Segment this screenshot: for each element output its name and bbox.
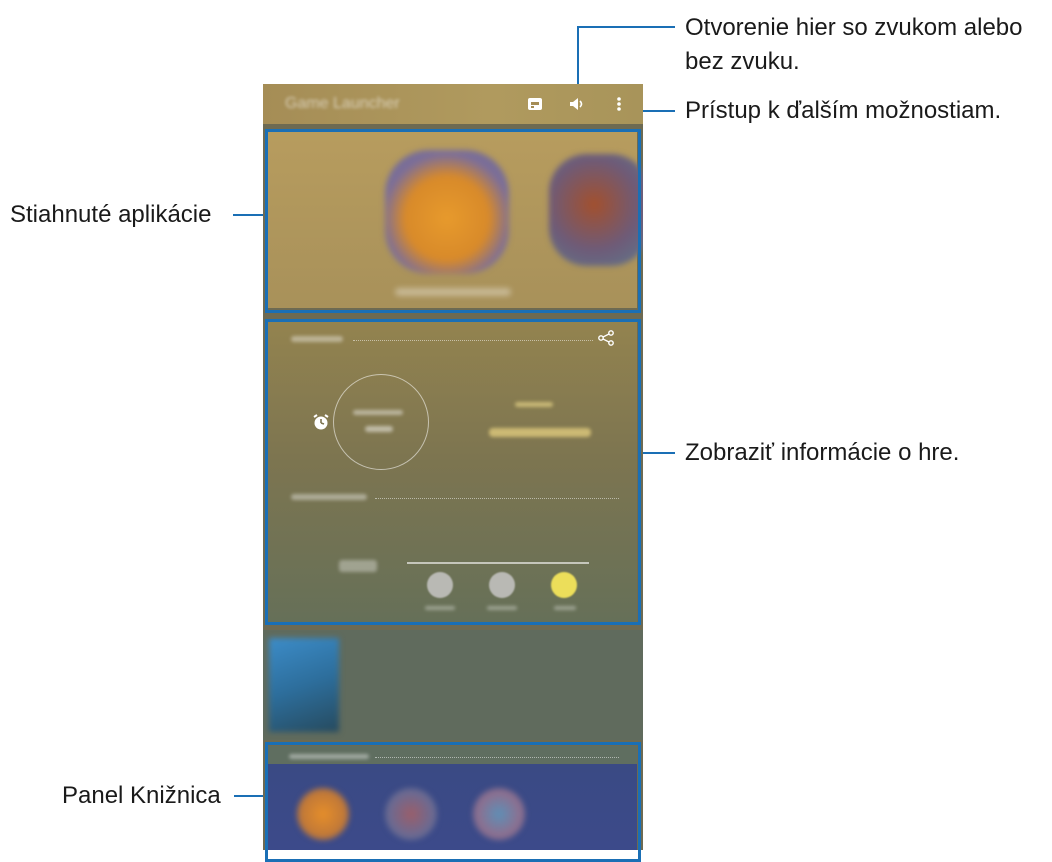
callout-downloaded-apps: Stiahnuté aplikácie (10, 201, 212, 228)
game-icon[interactable] (525, 94, 545, 114)
callout-line-sound-h (577, 26, 675, 28)
callout-sound-line2: bez zvuku. (685, 48, 800, 75)
callout-more-options: Prístup k ďalším možnostiam. (685, 97, 1002, 124)
callout-line-sound-v (577, 26, 579, 90)
sound-icon[interactable] (567, 94, 587, 114)
callout-line-downloaded (233, 214, 267, 216)
callout-sound-line1: Otvorenie hier so zvukom alebo (685, 14, 1023, 41)
game-info-highlight (265, 319, 641, 625)
promo-banner-section (263, 630, 643, 740)
app-title: Game Launcher (285, 95, 400, 112)
topbar: Game Launcher (263, 84, 643, 124)
more-options-icon[interactable] (609, 94, 629, 114)
downloaded-apps-highlight (265, 129, 641, 313)
callout-library-panel: Panel Knižnica (62, 782, 221, 809)
library-panel-highlight (265, 742, 641, 862)
callout-game-info: Zobraziť informácie o hre. (685, 439, 960, 466)
callout-line-info (640, 452, 675, 454)
promo-thumbnail[interactable] (269, 638, 339, 732)
